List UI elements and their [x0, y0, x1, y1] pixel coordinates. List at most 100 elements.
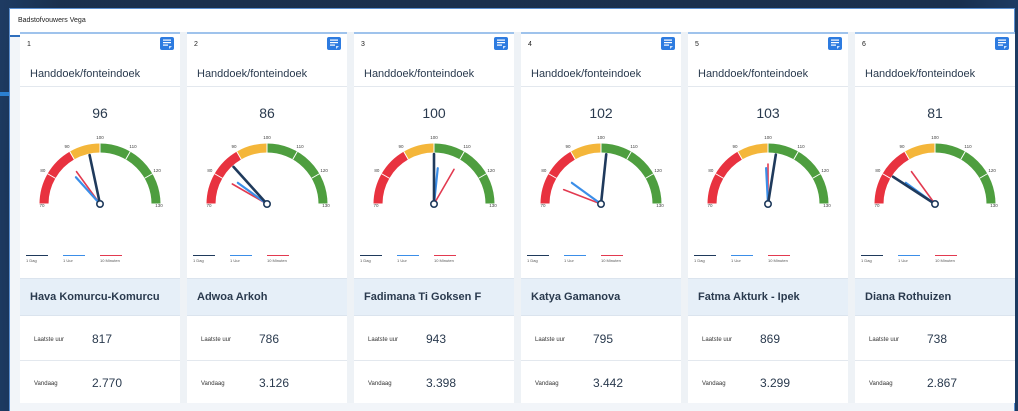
card-number: 2: [194, 41, 198, 48]
legend-label: 1 Dag: [527, 258, 538, 263]
gauge-tick-label: 100: [764, 135, 772, 140]
legend-swatch: [63, 255, 85, 256]
stat-today: Vandaag 3.442: [521, 360, 681, 404]
gauge-hub: [263, 200, 272, 209]
needle-10-minutes: [562, 188, 602, 205]
gauge: 70 80 90 100 110 120 130: [874, 135, 998, 209]
gauge-hub: [931, 200, 940, 209]
legend-swatch: [898, 255, 920, 256]
operator-name: Adwoa Arkoh: [197, 291, 268, 303]
card-number: 4: [528, 41, 532, 48]
gauge-tick-label: 80: [374, 168, 380, 173]
needle-1-day: [766, 153, 778, 206]
legend-swatch: [193, 255, 215, 256]
gauge-band: [236, 143, 268, 160]
card-header: 6: [855, 34, 1015, 54]
stat-value-last-hour: 795: [593, 332, 614, 346]
report-icon[interactable]: [828, 37, 842, 50]
legend-swatch: [26, 255, 48, 256]
legend-item: 10 Minuten: [434, 255, 456, 263]
stat-value-last-hour: 817: [92, 332, 113, 346]
gauge-legend: 1 Dag 1 Uur 10 Minuten: [193, 255, 343, 269]
legend-item: 1 Uur: [898, 255, 920, 263]
needle-1-hour: [570, 181, 603, 206]
operator-row: Hava Komurcu-Komurcu: [20, 278, 180, 316]
gauge-tick-label: 80: [207, 168, 213, 173]
card-gap: [180, 32, 187, 403]
gauge: 70 80 90 100 110 120 130: [540, 135, 664, 209]
gauge-band: [570, 143, 602, 160]
gauge-band: [39, 151, 75, 205]
report-icon[interactable]: [661, 37, 675, 50]
stat-last-hour: Laatste uur 795: [521, 316, 681, 361]
legend-label: 1 Dag: [694, 258, 705, 263]
legend-swatch: [397, 255, 419, 256]
operator-row: Diana Rothuizen: [855, 278, 1015, 316]
stat-label-last-hour: Laatste uur: [869, 337, 900, 343]
product-label: Handdoek/fonteindoek: [531, 68, 642, 80]
report-icon[interactable]: [995, 37, 1009, 50]
legend-item: 10 Minuten: [267, 255, 289, 263]
stat-value-today: 3.398: [426, 376, 457, 390]
gauge-band: [69, 143, 101, 160]
gauge: 70 80 90 100 110 120 130: [39, 135, 163, 209]
gauge-card: 2 Handdoek/fonteindoek 86 1 Dag 1 Uur 10 M…: [187, 32, 347, 403]
operator-row: Fadimana Ti Goksen F: [354, 278, 514, 316]
stat-last-hour: Laatste uur 869: [688, 316, 848, 361]
gauge-legend: 1 Dag 1 Uur 10 Minuten: [694, 255, 844, 269]
gauge-tick-label: 90: [231, 144, 237, 149]
gauge-band: [874, 151, 910, 205]
stat-last-hour: Laatste uur 786: [187, 316, 347, 361]
divider: [187, 86, 347, 87]
needle-1-day: [599, 152, 608, 206]
gauge-tick-label: 100: [96, 135, 104, 140]
stat-today: Vandaag 2.867: [855, 360, 1015, 404]
stat-today: Vandaag 3.398: [354, 360, 514, 404]
gauge-tick-label: 80: [708, 168, 714, 173]
divider: [521, 86, 681, 87]
gauge: 70 80 90 100 110 120 130: [206, 135, 330, 209]
legend-label: 10 Minuten: [768, 258, 788, 263]
card-gap: [848, 32, 855, 403]
gauge-tick-label: 120: [320, 168, 328, 173]
legend-label: 1 Uur: [564, 258, 574, 263]
stat-label-today: Vandaag: [535, 381, 559, 387]
legend-item: 1 Uur: [731, 255, 753, 263]
stat-value-today: 2.770: [92, 376, 123, 390]
card-header: 4: [521, 34, 681, 54]
legend-item: 10 Minuten: [935, 255, 957, 263]
gauge-tick-label: 70: [707, 203, 713, 208]
report-icon[interactable]: [327, 37, 341, 50]
report-icon[interactable]: [160, 37, 174, 50]
legend-label: 1 Dag: [861, 258, 872, 263]
gauge-hub: [430, 200, 439, 209]
card-number: 5: [695, 41, 699, 48]
stat-label-last-hour: Laatste uur: [702, 337, 733, 343]
legend-swatch: [935, 255, 957, 256]
gauge-legend: 1 Dag 1 Uur 10 Minuten: [360, 255, 510, 269]
legend-label: 1 Dag: [26, 258, 37, 263]
legend-swatch: [360, 255, 382, 256]
gauge-value: 100: [422, 105, 446, 121]
legend-label: 1 Dag: [360, 258, 371, 263]
legend-label: 1 Uur: [63, 258, 73, 263]
card-gap: [347, 32, 354, 403]
gauge-band: [403, 143, 435, 160]
gauge-tick-label: 130: [489, 203, 497, 208]
gauge-tick-label: 100: [430, 135, 438, 140]
card-header: 2: [187, 34, 347, 54]
gauge-legend: 1 Dag 1 Uur 10 Minuten: [26, 255, 176, 269]
panel-title: Badstofvouwers Vega: [18, 17, 86, 24]
legend-swatch: [601, 255, 623, 256]
operator-row: Fatma Akturk - Ipek: [688, 278, 848, 316]
report-icon[interactable]: [494, 37, 508, 50]
legend-swatch: [694, 255, 716, 256]
gauge-tick-label: 90: [565, 144, 571, 149]
legend-label: 1 Uur: [898, 258, 908, 263]
gauge-tick-label: 120: [487, 168, 495, 173]
gauge-tick-label: 100: [263, 135, 271, 140]
legend-label: 10 Minuten: [267, 258, 287, 263]
divider: [20, 86, 180, 87]
gauge-tick-label: 120: [821, 168, 829, 173]
legend-label: 10 Minuten: [100, 258, 120, 263]
